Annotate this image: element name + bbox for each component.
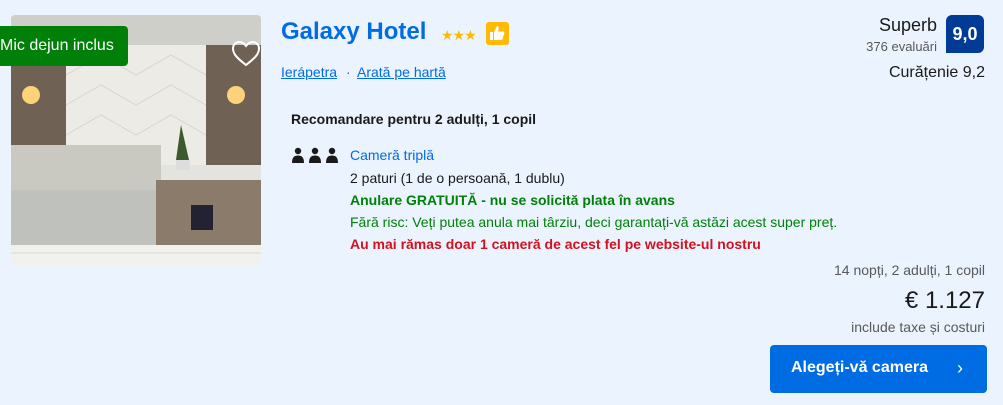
recommendation-heading: Recomandare pentru 2 adulți, 1 copil xyxy=(291,111,537,127)
cleanliness-score: Curățenie 9,2 xyxy=(888,64,985,81)
room-type-link[interactable]: Cameră triplă xyxy=(350,147,434,163)
free-cancellation: Anulare GRATUITĂ - nu se solicită plata … xyxy=(350,192,675,208)
no-risk-note: Fără risc: Veți putea anula mai târziu, … xyxy=(350,214,838,230)
location-separator: · xyxy=(346,64,351,80)
review-count[interactable]: 376 evaluări xyxy=(866,39,937,54)
show-on-map-link[interactable]: Arată pe hartă xyxy=(357,64,446,80)
thumbs-up-icon xyxy=(486,22,509,45)
bed-configuration: 2 paturi (1 de o persoană, 1 dublu) xyxy=(350,170,565,186)
review-word[interactable]: Superb xyxy=(879,15,937,36)
choose-room-label: Alegeți-vă camera xyxy=(791,359,928,376)
people-icon xyxy=(291,147,341,165)
scarcity-message: Au mai rămas doar 1 cameră de acest fel … xyxy=(350,236,761,252)
meal-badge: Mic dejun inclus xyxy=(0,26,128,66)
star-rating: ★★★ xyxy=(441,27,477,43)
review-score-badge[interactable]: 9,0 xyxy=(946,15,984,53)
hotel-title[interactable]: Galaxy Hotel xyxy=(281,18,426,46)
choose-room-button[interactable]: Alegeți-vă camera › xyxy=(770,345,987,393)
total-price: € 1.127 xyxy=(904,287,985,314)
stay-summary: 14 nopți, 2 adulți, 1 copil xyxy=(834,262,985,278)
taxes-note: include taxe și costuri xyxy=(851,319,985,335)
heart-icon[interactable] xyxy=(231,39,261,69)
location-link[interactable]: Ierápetra xyxy=(281,64,337,80)
chevron-right-icon: › xyxy=(957,358,963,378)
